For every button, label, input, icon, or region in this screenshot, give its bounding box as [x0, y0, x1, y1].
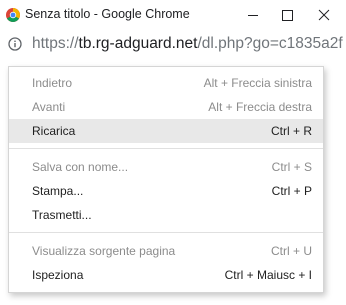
menu-item-label: Stampa...: [32, 184, 84, 198]
menu-item-shortcut: Ctrl + S: [271, 160, 312, 174]
menu-item-forward[interactable]: Avanti Alt + Freccia destra: [9, 95, 323, 119]
menu-item-view-source[interactable]: Visualizza sorgente pagina Ctrl + U: [9, 239, 323, 263]
menu-item-label: Ispeziona: [32, 268, 84, 282]
menu-item-save-as[interactable]: Salva con nome... Ctrl + S: [9, 155, 323, 179]
menu-item-shortcut: Alt + Freccia destra: [208, 100, 312, 114]
menu-item-label: Avanti: [32, 100, 66, 114]
menu-item-shortcut: Ctrl + P: [271, 184, 312, 198]
close-button[interactable]: [301, 0, 346, 30]
menu-separator: [9, 148, 323, 149]
title-bar: Senza titolo - Google Chrome: [0, 0, 346, 30]
menu-item-shortcut: Ctrl + R: [270, 124, 312, 138]
window-title: Senza titolo - Google Chrome: [25, 7, 190, 21]
menu-item-shortcut: Ctrl + U: [270, 244, 312, 258]
menu-item-shortcut: Ctrl + Maiusc + I: [224, 268, 312, 282]
menu-item-shortcut: Alt + Freccia sinistra: [203, 76, 312, 90]
menu-item-back[interactable]: Indietro Alt + Freccia sinistra: [9, 71, 323, 95]
menu-item-label: Indietro: [32, 76, 73, 90]
chrome-logo-icon: [6, 8, 20, 22]
menu-item-inspect[interactable]: Ispeziona Ctrl + Maiusc + I: [9, 263, 323, 287]
info-icon[interactable]: [8, 37, 22, 51]
url-scheme: https://: [32, 35, 79, 52]
menu-item-label: Trasmetti...: [32, 208, 92, 222]
menu-item-label: Visualizza sorgente pagina: [32, 244, 176, 258]
url-path: /dl.php?go=c1835a2f: [197, 35, 343, 52]
url-host: tb.rg-adguard.net: [78, 35, 198, 52]
menu-item-reload[interactable]: Ricarica Ctrl + R: [9, 119, 323, 143]
menu-item-label: Ricarica: [32, 124, 76, 138]
menu-item-label: Salva con nome...: [32, 160, 129, 174]
url-text[interactable]: https://tb.rg-adguard.net/dl.php?go=c183…: [32, 35, 343, 53]
menu-item-print[interactable]: Stampa... Ctrl + P: [9, 179, 323, 203]
context-menu: Indietro Alt + Freccia sinistra Avanti A…: [8, 66, 324, 293]
menu-item-cast[interactable]: Trasmetti...: [9, 203, 323, 227]
menu-separator: [9, 232, 323, 233]
